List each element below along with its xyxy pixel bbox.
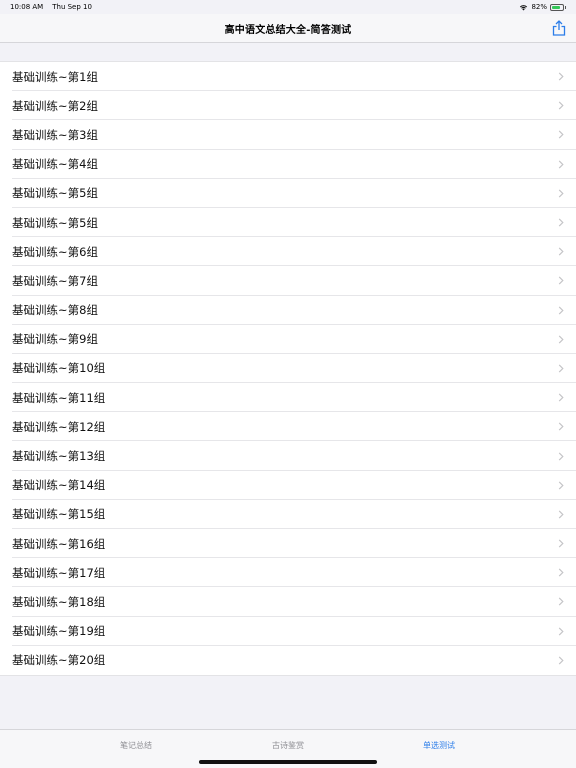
page-title: 高中语文总结大全-简答测试 bbox=[224, 24, 352, 36]
list-item[interactable]: 基础训练~第9组 bbox=[0, 325, 576, 355]
list-item-label: 基础训练~第20组 bbox=[12, 653, 106, 668]
tab-notes[interactable]: 笔记总结 bbox=[120, 740, 152, 751]
list-item-label: 基础训练~第13组 bbox=[12, 449, 106, 464]
list-item[interactable]: 基础训练~第20组 bbox=[0, 646, 576, 675]
list-item-label: 基础训练~第9组 bbox=[12, 332, 98, 347]
list-item[interactable]: 基础训练~第5组 bbox=[0, 179, 576, 209]
chevron-right-icon bbox=[558, 656, 564, 665]
list-item[interactable]: 基础训练~第13组 bbox=[0, 441, 576, 471]
list-item-label: 基础训练~第11组 bbox=[12, 390, 106, 405]
chevron-right-icon bbox=[558, 364, 564, 373]
tab-bar: 笔记总结 古诗鉴赏 单选测试 bbox=[0, 729, 576, 768]
chevron-right-icon bbox=[558, 247, 564, 256]
list-item-label: 基础训练~第8组 bbox=[12, 303, 98, 318]
tab-single-choice[interactable]: 单选测试 bbox=[423, 740, 455, 751]
list-item[interactable]: 基础训练~第5组 bbox=[0, 208, 576, 238]
status-left: 10:08 AM Thu Sep 10 bbox=[10, 3, 92, 11]
chevron-right-icon bbox=[558, 393, 564, 402]
list-item-label: 基础训练~第15组 bbox=[12, 507, 106, 522]
list-item[interactable]: 基础训练~第10组 bbox=[0, 354, 576, 384]
list-item-label: 基础训练~第5组 bbox=[12, 186, 98, 201]
battery-fill bbox=[552, 5, 561, 9]
list-item[interactable]: 基础训练~第14组 bbox=[0, 471, 576, 501]
chevron-right-icon bbox=[558, 335, 564, 344]
list-item[interactable]: 基础训练~第15组 bbox=[0, 500, 576, 530]
status-right: 82% bbox=[519, 3, 566, 11]
list-item-label: 基础训练~第10组 bbox=[12, 361, 106, 376]
list-item[interactable]: 基础训练~第12组 bbox=[0, 412, 576, 442]
list-item[interactable]: 基础训练~第16组 bbox=[0, 529, 576, 559]
list-item-label: 基础训练~第5组 bbox=[12, 215, 98, 230]
chevron-right-icon bbox=[558, 160, 564, 169]
chevron-right-icon bbox=[558, 306, 564, 315]
status-date: Thu Sep 10 bbox=[52, 3, 92, 11]
list-item[interactable]: 基础训练~第19组 bbox=[0, 617, 576, 646]
list-item-label: 基础训练~第1组 bbox=[12, 69, 98, 84]
list-item-label: 基础训练~第19组 bbox=[12, 624, 106, 639]
list-item[interactable]: 基础训练~第7组 bbox=[0, 266, 576, 296]
chevron-right-icon bbox=[558, 452, 564, 461]
home-indicator bbox=[199, 760, 377, 764]
list-item[interactable]: 基础训练~第1组 bbox=[0, 62, 576, 92]
list-item[interactable]: 基础训练~第8组 bbox=[0, 296, 576, 325]
list-item-label: 基础训练~第4组 bbox=[12, 157, 98, 172]
chevron-right-icon bbox=[558, 189, 564, 198]
chevron-right-icon bbox=[558, 276, 564, 285]
list-item[interactable]: 基础训练~第3组 bbox=[0, 120, 576, 150]
navigation-bar: 高中语文总结大全-简答测试 bbox=[0, 14, 576, 43]
list-item-label: 基础训练~第16组 bbox=[12, 536, 106, 551]
status-time: 10:08 AM bbox=[10, 3, 44, 11]
list-item-label: 基础训练~第2组 bbox=[12, 98, 98, 113]
wifi-icon bbox=[520, 4, 528, 10]
list-item-label: 基础训练~第3组 bbox=[12, 127, 98, 142]
list-item-label: 基础训练~第12组 bbox=[12, 419, 106, 434]
list-item[interactable]: 基础训练~第2组 bbox=[0, 91, 576, 121]
list-item[interactable]: 基础训练~第4组 bbox=[0, 150, 576, 179]
chevron-right-icon bbox=[558, 422, 564, 431]
chevron-right-icon bbox=[558, 627, 564, 636]
list-item-label: 基础训练~第17组 bbox=[12, 565, 106, 580]
chevron-right-icon bbox=[558, 72, 564, 81]
list-item-label: 基础训练~第6组 bbox=[12, 244, 98, 259]
chevron-right-icon bbox=[558, 218, 564, 227]
list-item-label: 基础训练~第18组 bbox=[12, 594, 106, 609]
chevron-right-icon bbox=[558, 130, 564, 139]
battery-percent: 82% bbox=[531, 3, 547, 11]
chevron-right-icon bbox=[558, 539, 564, 548]
list-item[interactable]: 基础训练~第17组 bbox=[0, 558, 576, 588]
list-item[interactable]: 基础训练~第6组 bbox=[0, 237, 576, 267]
status-bar: 10:08 AM Thu Sep 10 82% bbox=[0, 0, 576, 14]
chevron-right-icon bbox=[558, 568, 564, 577]
list-item-label: 基础训练~第14组 bbox=[12, 478, 106, 493]
chevron-right-icon bbox=[558, 510, 564, 519]
test-list: 基础训练~第1组 基础训练~第2组 基础训练~第3组 基础训练~第4组 基础训练~第5组… bbox=[0, 61, 576, 676]
list-item[interactable]: 基础训练~第18组 bbox=[0, 587, 576, 617]
battery-icon bbox=[550, 3, 566, 11]
chevron-right-icon bbox=[558, 481, 564, 490]
chevron-right-icon bbox=[558, 597, 564, 606]
list-item[interactable]: 基础训练~第11组 bbox=[0, 383, 576, 413]
share-icon[interactable] bbox=[552, 20, 566, 36]
tab-poetry[interactable]: 古诗鉴赏 bbox=[272, 740, 304, 751]
chevron-right-icon bbox=[558, 101, 564, 110]
list-item-label: 基础训练~第7组 bbox=[12, 273, 98, 288]
